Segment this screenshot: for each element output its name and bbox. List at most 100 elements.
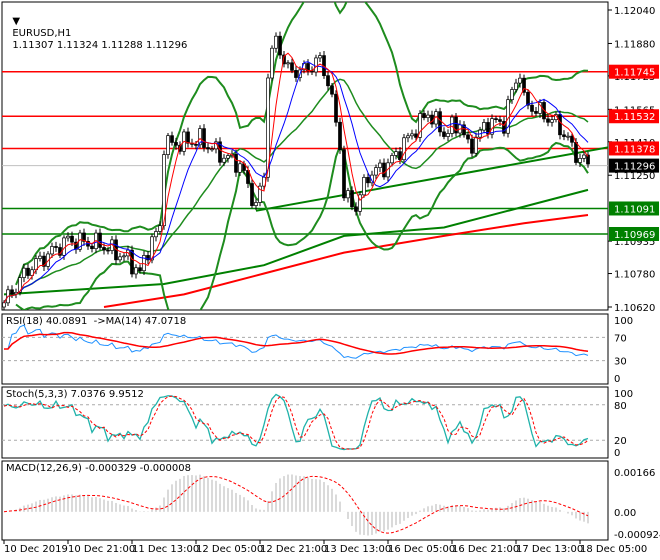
stoch-tick-label: 80	[614, 401, 627, 412]
candle-body	[134, 267, 138, 275]
candle-body	[326, 75, 330, 87]
time-label: 10 Dec 21:00	[68, 544, 135, 555]
candle-body	[234, 153, 238, 173]
time-label: 12 Dec 21:00	[260, 544, 327, 555]
ohlc-values: 1.11307 1.11324 1.11288 1.11296	[12, 40, 188, 51]
macd-label: MACD(12,26,9) -0.000329 -0.000008	[6, 463, 191, 474]
macd-tick-label: 0.00	[614, 508, 636, 519]
candle-body	[366, 177, 370, 184]
level-price-tag: 1.10969	[614, 230, 655, 241]
candle-body	[2, 302, 6, 308]
candle-body	[210, 148, 214, 151]
candle-body	[394, 151, 398, 156]
candle-body	[494, 118, 498, 120]
level-price-tag: 1.11091	[614, 204, 655, 215]
candle-body	[578, 158, 582, 163]
candle-body	[526, 91, 530, 106]
candle-body	[186, 131, 190, 144]
candle-body	[314, 57, 318, 73]
candle-body	[226, 155, 230, 159]
stoch-tick-label: 0	[614, 448, 620, 459]
candle-body	[414, 133, 418, 138]
candle-body	[338, 121, 342, 151]
candle-body	[22, 267, 26, 278]
candle-body	[174, 142, 178, 146]
candle-body	[466, 134, 470, 140]
candle-body	[374, 167, 378, 176]
candle-body	[498, 119, 502, 122]
candle-body	[122, 255, 126, 258]
time-label: 16 Dec 21:00	[452, 544, 519, 555]
rsi-tick-label: 70	[614, 333, 627, 344]
candle-body	[378, 162, 382, 168]
candle-body	[470, 138, 474, 154]
candle-body	[158, 225, 162, 232]
candle-body	[250, 183, 254, 206]
candle-body	[254, 202, 258, 206]
candle-body	[90, 245, 94, 250]
time-label: 10 Dec 2019	[4, 544, 68, 555]
candle-body	[550, 119, 554, 123]
candle-body	[170, 135, 174, 143]
candle-body	[450, 116, 454, 134]
current-price-tag: 1.11296	[614, 162, 655, 173]
candle-body	[38, 255, 42, 259]
macd-tick-label: -0.000924	[614, 530, 660, 541]
collapse-triangle-icon[interactable]: ▼	[12, 16, 20, 27]
candle-body	[330, 85, 334, 95]
candle-body	[154, 231, 158, 238]
candle-body	[70, 235, 74, 243]
candle-body	[474, 136, 478, 154]
macd-tick-label: 0.00166	[614, 468, 655, 479]
rsi-tick-label: 100	[614, 316, 633, 327]
price-chart[interactable]: 1.120401.118801.117251.115651.114101.112…	[0, 0, 660, 560]
price-tick-label: 1.10620	[614, 303, 655, 314]
candle-body	[286, 62, 290, 65]
candle-body	[290, 62, 294, 71]
candle-body	[354, 206, 358, 212]
candle-body	[138, 267, 142, 272]
time-label: 13 Dec 13:00	[324, 544, 391, 555]
rsi-tick-label: 30	[614, 357, 627, 368]
stoch-label: Stoch(5,3,3) 7.0376 9.9512	[6, 389, 144, 400]
candle-body	[54, 246, 58, 248]
candle-body	[238, 163, 242, 173]
rsi-label: RSI(18) 40.0891 ->MA(14) 47.0718	[6, 316, 187, 327]
time-label: 12 Dec 05:00	[196, 544, 263, 555]
candle-body	[166, 135, 170, 155]
time-label: 17 Dec 13:00	[516, 544, 583, 555]
level-price-tag: 1.11745	[614, 68, 655, 79]
price-tick-label: 1.10780	[614, 270, 655, 281]
chart-header: ▼ EURUSD,H1 1.11307 1.11324 1.11288 1.11…	[6, 4, 187, 52]
candle-body	[442, 131, 446, 137]
candle-body	[382, 162, 386, 178]
candle-body	[222, 157, 226, 163]
candle-body	[26, 267, 30, 276]
candle-body	[410, 133, 414, 137]
candle-body	[482, 122, 486, 131]
candle-body	[574, 141, 578, 163]
candle-body	[534, 111, 538, 114]
candle-body	[490, 118, 494, 135]
candle-body	[446, 133, 450, 137]
candle-body	[342, 149, 346, 199]
candle-body	[530, 104, 534, 112]
candle-body	[130, 249, 134, 275]
candle-body	[318, 55, 322, 59]
candle-body	[426, 114, 430, 119]
candle-body	[422, 113, 426, 119]
time-label: 11 Dec 13:00	[132, 544, 199, 555]
candle-body	[510, 89, 514, 101]
candle-body	[558, 114, 562, 136]
candle-body	[118, 256, 122, 261]
candle-body	[346, 190, 350, 199]
rsi-tick-label: 0	[614, 374, 620, 385]
candle-body	[570, 135, 574, 143]
candle-body	[194, 143, 198, 146]
level-price-tag: 1.11532	[614, 112, 655, 123]
candle-body	[406, 135, 410, 139]
candle-body	[202, 128, 206, 148]
candle-body	[50, 246, 54, 255]
candle-body	[546, 118, 550, 123]
stoch-tick-label: 20	[614, 436, 627, 447]
